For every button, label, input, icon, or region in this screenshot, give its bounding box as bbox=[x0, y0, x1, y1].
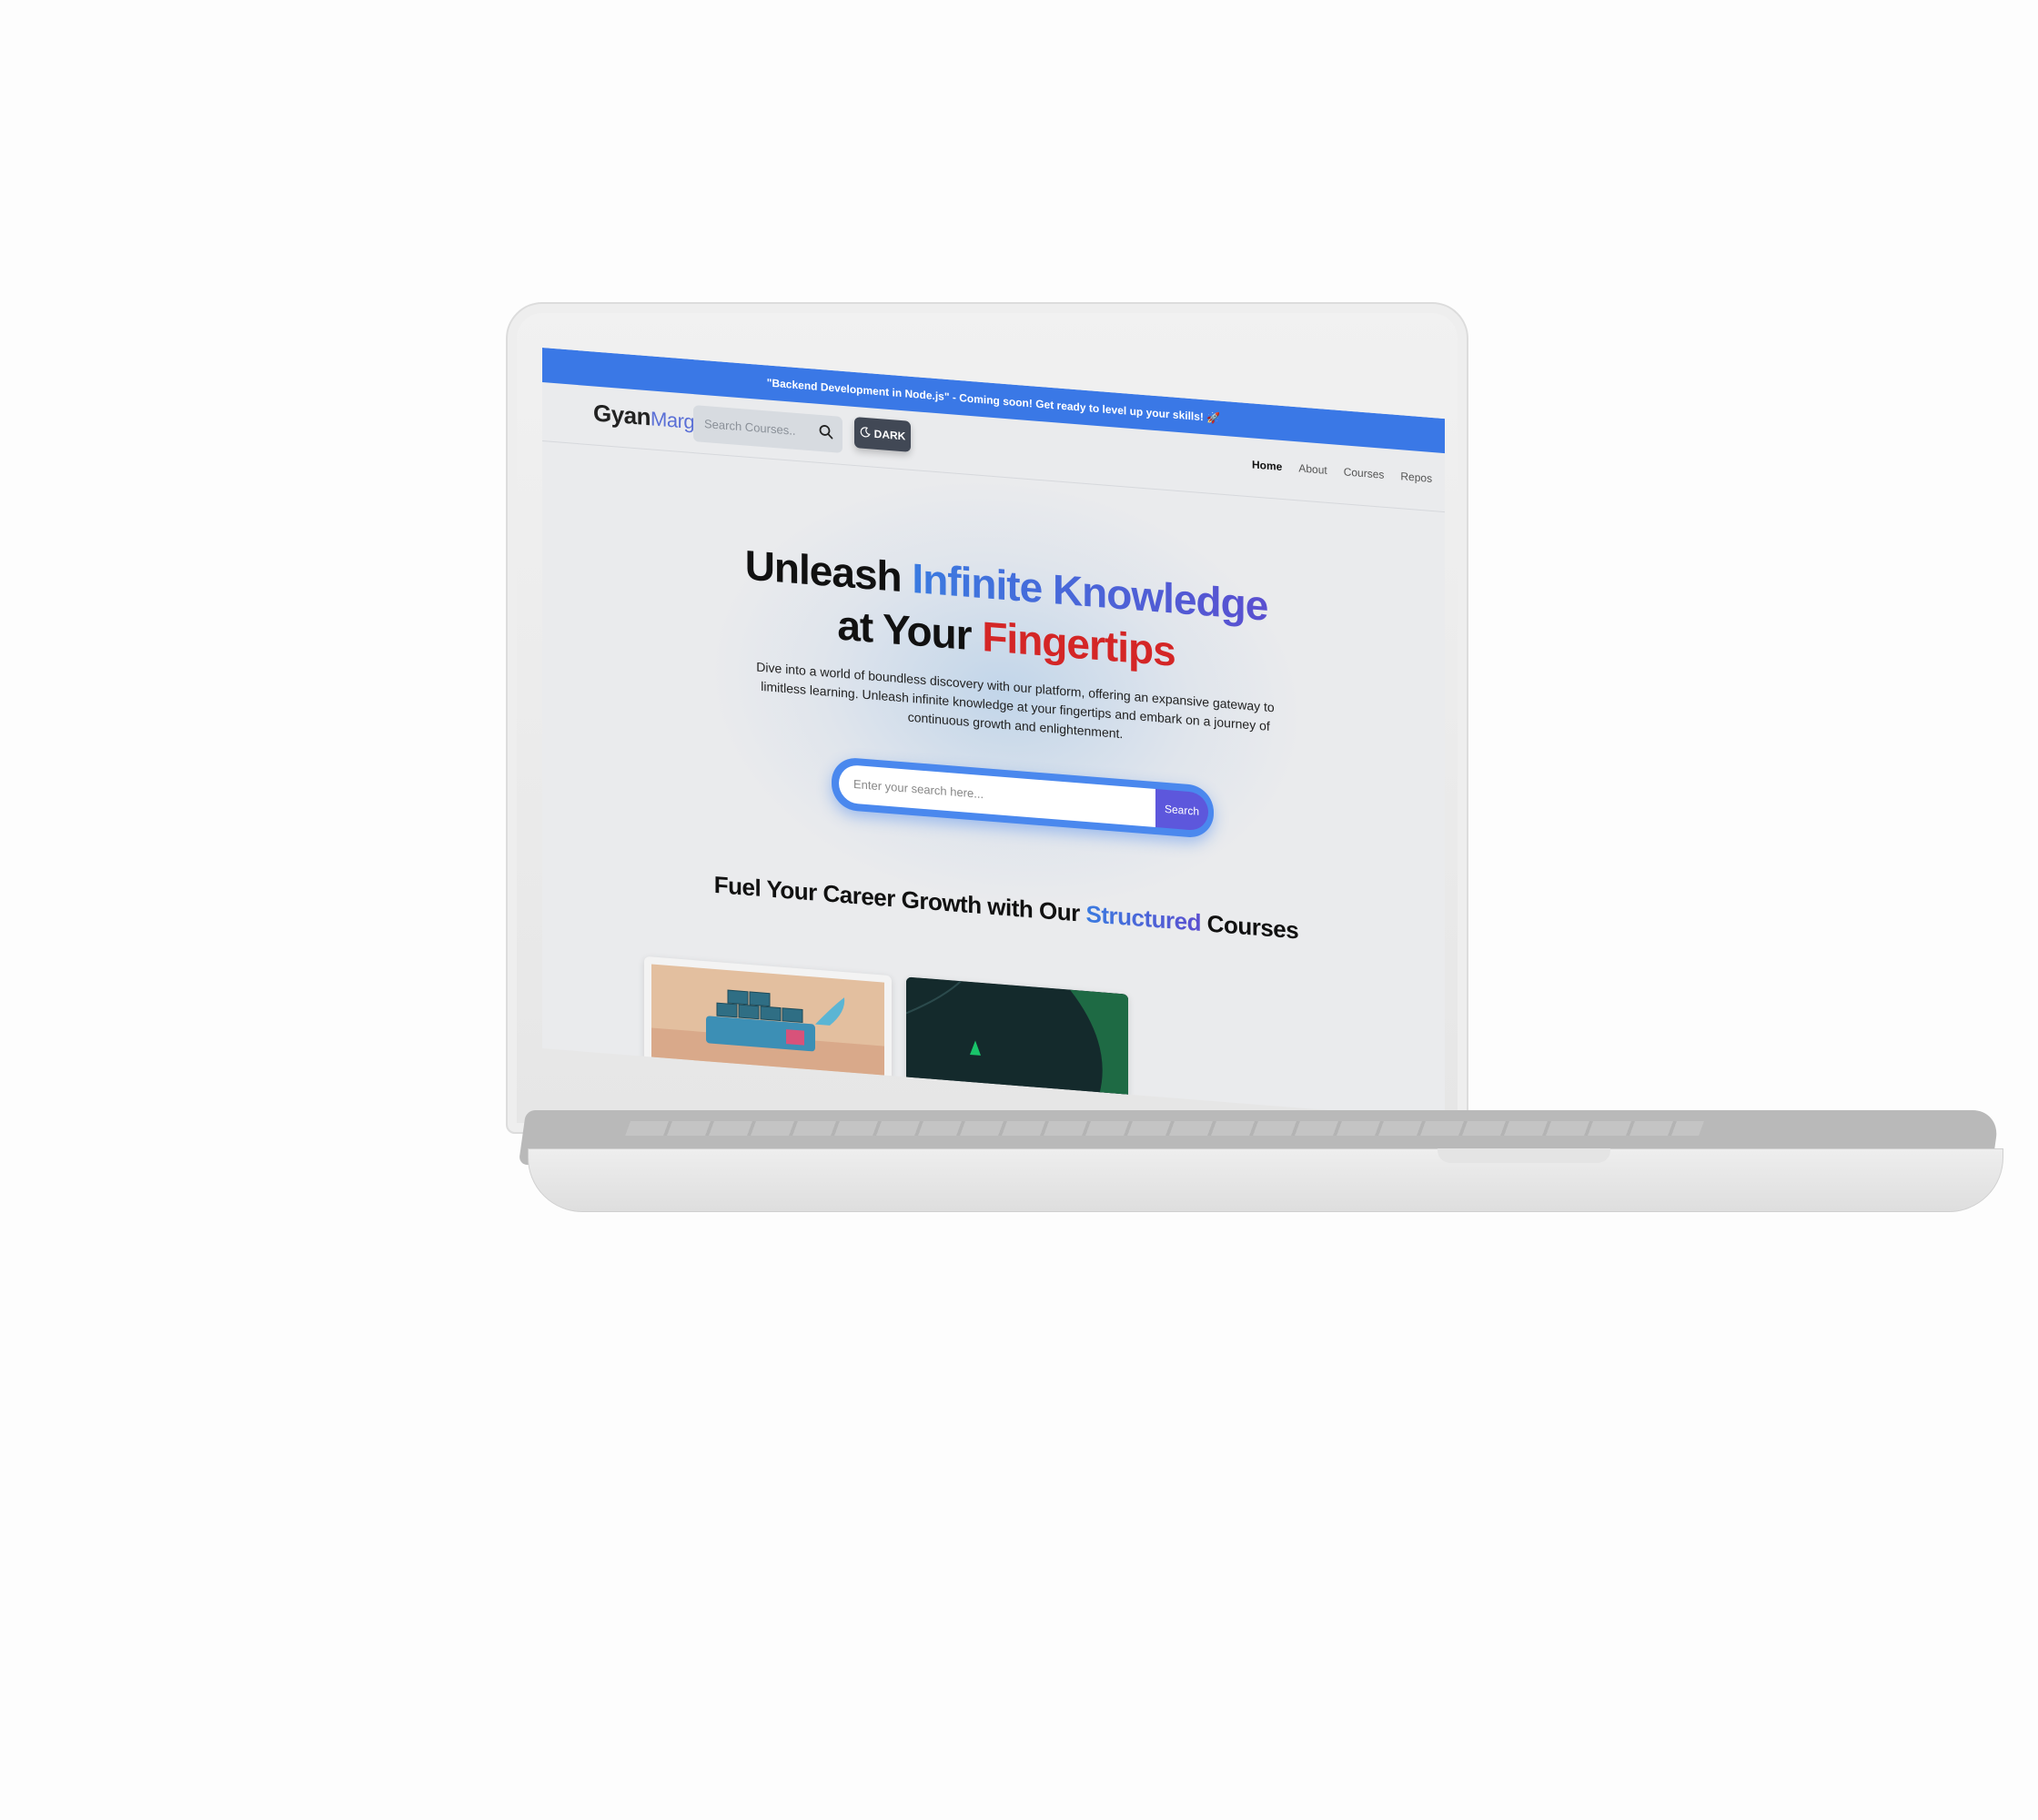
course-search-input[interactable]: Search Courses.. bbox=[693, 405, 842, 453]
hero-search-button[interactable]: Search bbox=[1155, 789, 1208, 832]
dark-mode-label: DARK bbox=[873, 427, 906, 443]
hero-title-part1: Unleash bbox=[744, 541, 913, 602]
laptop-mockup: "Backend Development in Node.js" - Comin… bbox=[0, 0, 2038, 1820]
laptop-trackpad-notch bbox=[1438, 1148, 1610, 1163]
moon-icon bbox=[860, 426, 871, 440]
courses-title-part2: Courses bbox=[1200, 908, 1299, 945]
laptop-keys bbox=[625, 1121, 1704, 1136]
hero-search-placeholder: Enter your search here... bbox=[853, 776, 984, 802]
search-icon[interactable] bbox=[819, 424, 833, 444]
nav-repos[interactable]: Repos bbox=[1400, 470, 1432, 485]
nav-home[interactable]: Home bbox=[1252, 458, 1282, 473]
courses-title-highlight: Structured bbox=[1085, 900, 1201, 936]
hero-title-part2: at Your bbox=[837, 601, 983, 661]
main-nav: Home About Courses Repos bbox=[1252, 456, 1445, 489]
website-screen: "Backend Development in Node.js" - Comin… bbox=[542, 348, 1445, 1120]
logo-primary: Gyan bbox=[593, 399, 651, 431]
site-logo[interactable]: GyanMarg bbox=[593, 399, 694, 435]
nav-courses[interactable]: Courses bbox=[1344, 465, 1385, 481]
dark-mode-toggle[interactable]: DARK bbox=[854, 416, 911, 452]
nav-about[interactable]: About bbox=[1298, 461, 1327, 476]
logo-secondary: Marg bbox=[651, 407, 695, 434]
laptop-base bbox=[528, 1148, 2003, 1212]
course-search-placeholder: Search Courses.. bbox=[704, 417, 796, 438]
